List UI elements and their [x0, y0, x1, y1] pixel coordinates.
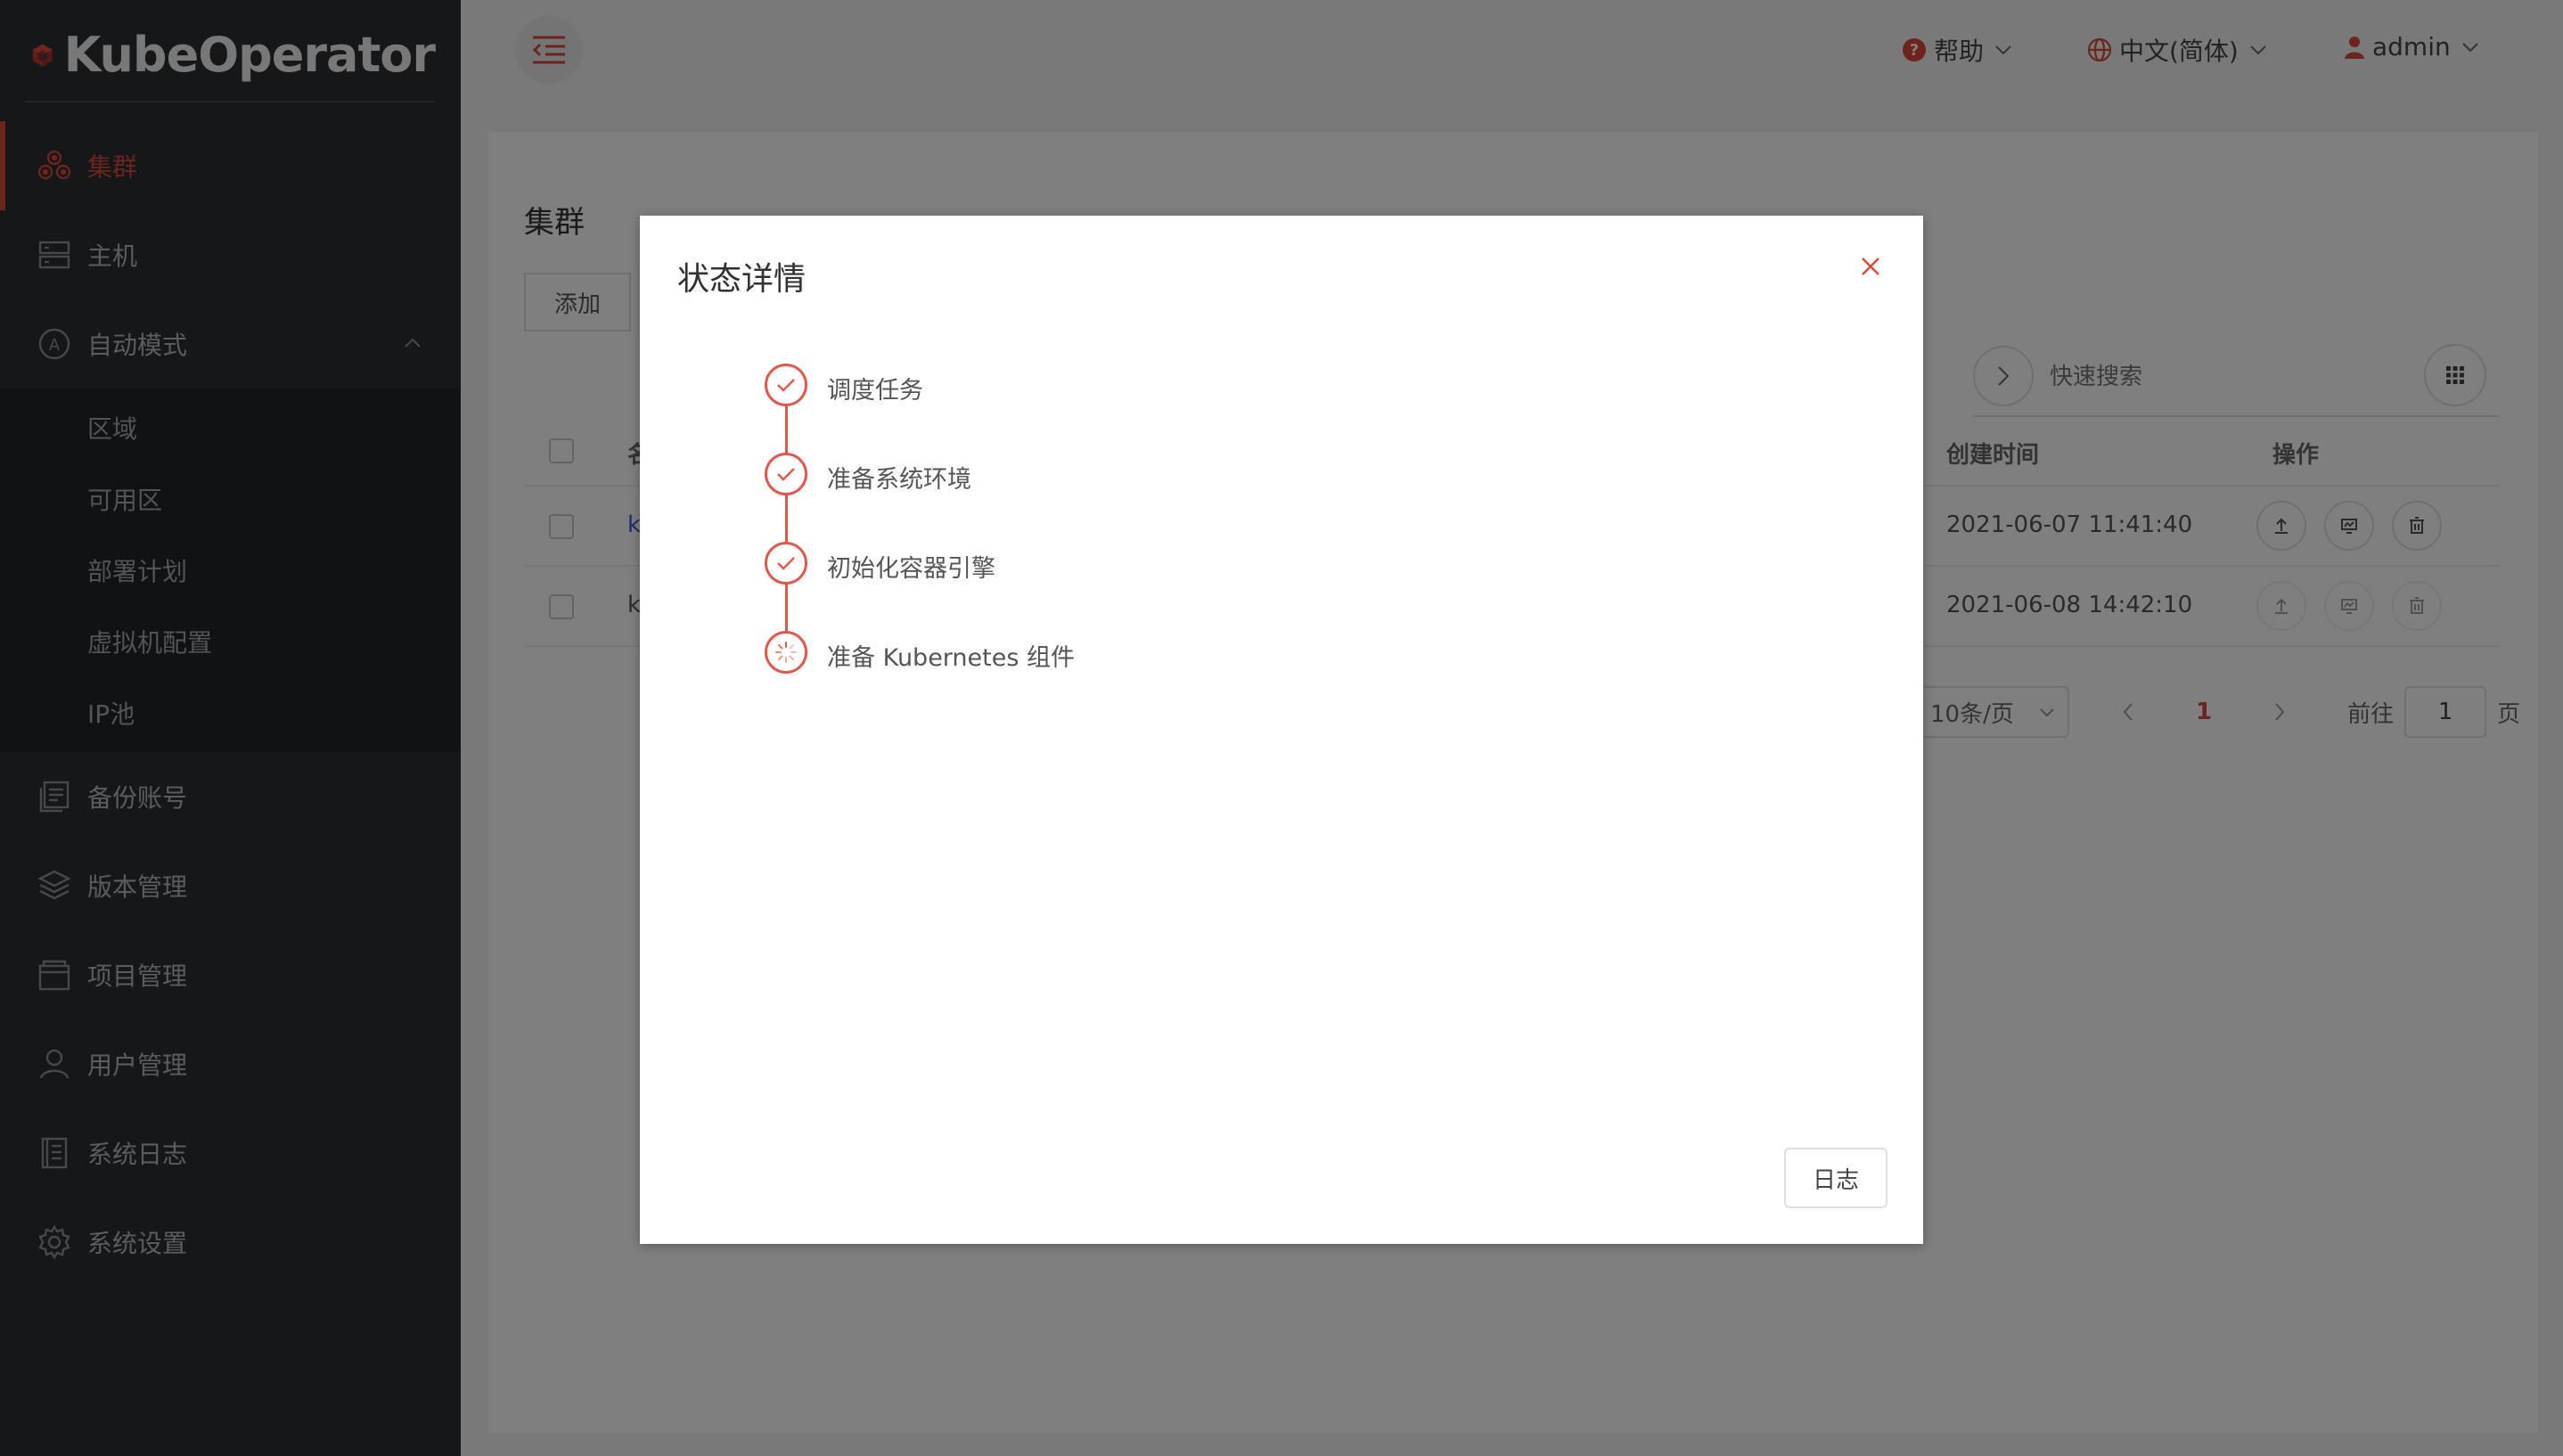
- status-detail-dialog: 状态详情 调度任务 准备系统环境 初始化容器引擎 准备 Kubernetes 组…: [640, 216, 1923, 1244]
- step-label: 初始化容器引擎: [827, 555, 995, 583]
- loading-spinner-icon: [765, 631, 807, 674]
- step-item: 准备 Kubernetes 组件: [765, 631, 1075, 720]
- step-connector: [785, 406, 788, 454]
- check-icon: [765, 453, 807, 495]
- step-item: 调度任务: [765, 364, 1075, 454]
- step-item: 准备系统环境: [765, 453, 1075, 544]
- close-icon: [1862, 258, 1879, 275]
- step-connector: [785, 495, 788, 544]
- dialog-close-button[interactable]: [1855, 251, 1886, 282]
- step-item: 初始化容器引擎: [765, 542, 1075, 633]
- status-steps: 调度任务 准备系统环境 初始化容器引擎 准备 Kubernetes 组件: [765, 364, 1075, 720]
- dialog-title: 状态详情: [677, 261, 807, 298]
- step-label: 调度任务: [827, 377, 923, 405]
- step-label: 准备系统环境: [827, 466, 971, 494]
- check-icon: [765, 542, 807, 585]
- step-label: 准备 Kubernetes 组件: [827, 644, 1076, 672]
- view-log-button[interactable]: 日志: [1784, 1148, 1887, 1208]
- check-icon: [765, 364, 807, 406]
- step-connector: [785, 585, 788, 633]
